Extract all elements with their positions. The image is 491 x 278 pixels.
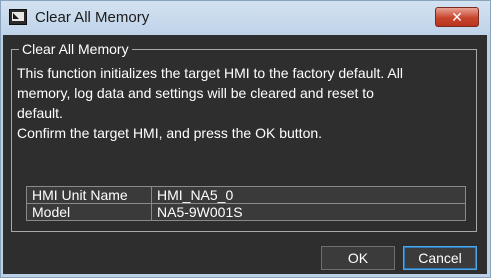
cancel-button[interactable]: Cancel <box>403 246 477 270</box>
group-label: Clear All Memory <box>19 40 132 58</box>
description-line: This function initializes the target HMI… <box>17 65 403 81</box>
model-value: NA5-9W001S <box>151 203 466 221</box>
close-button[interactable]: ✕ <box>435 7 479 27</box>
model-label: Model <box>26 203 152 221</box>
target-hmi-table: HMI Unit Name HMI_NA5_0 Model NA5-9W001S <box>26 186 466 221</box>
description-line: default. <box>17 105 63 121</box>
window-title: Clear All Memory <box>35 9 150 26</box>
table-row: HMI Unit Name HMI_NA5_0 <box>26 186 466 204</box>
dialog-content: Clear All Memory This function initializ… <box>3 35 487 274</box>
ok-button[interactable]: OK <box>321 246 395 270</box>
description-line: Confirm the target HMI, and press the OK… <box>17 125 323 141</box>
title-bar[interactable]: Clear All Memory ✕ <box>1 1 490 35</box>
hmi-unit-name-label: HMI Unit Name <box>26 186 152 204</box>
description-line: memory, log data and settings will be cl… <box>17 85 374 101</box>
description-text: This function initializes the target HMI… <box>17 63 475 143</box>
close-icon: ✕ <box>451 9 463 25</box>
hmi-app-icon <box>9 9 27 25</box>
hmi-unit-name-value: HMI_NA5_0 <box>151 186 466 204</box>
table-row: Model NA5-9W001S <box>26 203 466 221</box>
dialog-window: Clear All Memory ✕ Clear All Memory This… <box>0 0 491 278</box>
